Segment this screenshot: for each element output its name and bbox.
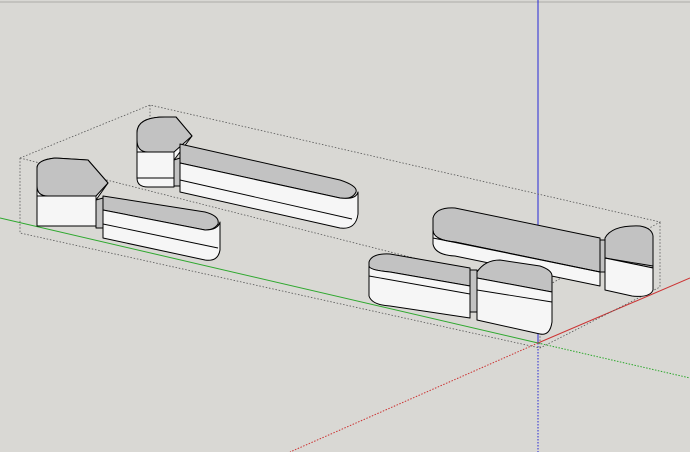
viewport-canvas[interactable] xyxy=(0,0,690,452)
model-viewport[interactable] xyxy=(0,0,690,452)
